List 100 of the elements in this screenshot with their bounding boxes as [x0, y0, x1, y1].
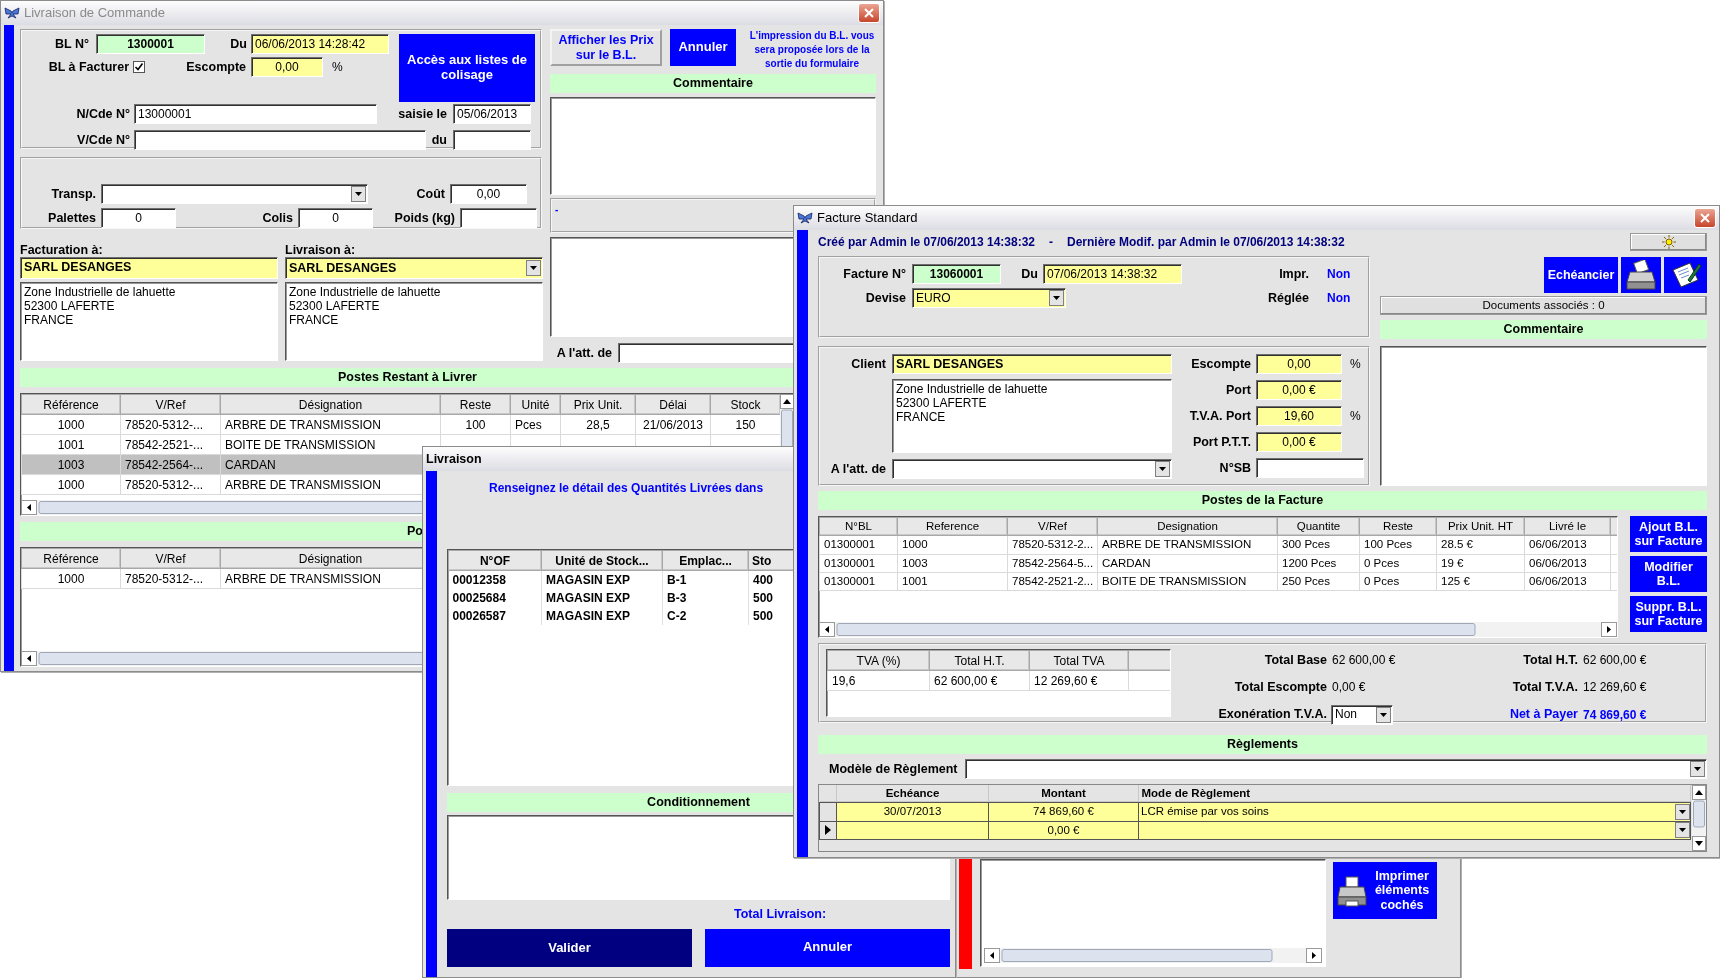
show-prices-button[interactable]: Afficher les Prix sur le B.L. [550, 29, 662, 66]
text-field[interactable]: 13000001 [134, 104, 377, 124]
comment-box[interactable] [550, 97, 876, 195]
column-header: Unité de Stock... [541, 550, 663, 571]
vertical-scrollbar[interactable] [1692, 785, 1706, 851]
dropdown-cell[interactable]: LCR émise par vos soins [1138, 802, 1691, 821]
total-value: 0,00 € [1332, 679, 1367, 697]
close-button[interactable] [1694, 208, 1716, 228]
column-header: Livré le [1524, 517, 1611, 536]
text-field[interactable] [134, 130, 426, 150]
address-line: FRANCE [896, 410, 947, 424]
field-label: Poids (kg) [393, 209, 455, 227]
horizontal-scrollbar[interactable] [819, 622, 1617, 637]
status-value: Non [1327, 290, 1351, 307]
text-field[interactable]: 0,00 [1256, 354, 1342, 374]
field-label: Port P.T.T. [1191, 433, 1251, 451]
info-text: L'impression du B.L. vous sera proposée lors de la sortie du formulaire [748, 29, 876, 71]
dropdown-field[interactable] [101, 184, 368, 204]
text-field[interactable]: 0 [298, 208, 373, 228]
window-title: Facture Standard [817, 209, 918, 228]
schedule-button[interactable]: Echéancier [1544, 257, 1618, 293]
text-field[interactable]: 0,00 € [1256, 380, 1342, 400]
sun-icon [1661, 235, 1676, 249]
text-field[interactable]: 0,00 [251, 57, 323, 77]
text-field[interactable]: 13060001 [912, 264, 1001, 284]
text-field[interactable]: 0,00 € [1256, 432, 1342, 452]
text-field[interactable]: 06/06/2013 14:28:42 [251, 34, 389, 54]
section-header: Postes Restant à Livrer [20, 368, 795, 387]
separator-text: - [1049, 234, 1053, 251]
column-header: Montant [988, 785, 1139, 803]
line-action-button[interactable]: Suppr. B.L. sur Facture [1630, 596, 1707, 632]
field-label: du [430, 131, 447, 149]
packing-lists-button[interactable]: Accès aux listes de colisage [399, 34, 535, 102]
address-field[interactable]: Zone Industrielle de lahuette 52300 LAFERTE FRANCE [285, 282, 543, 361]
app-icon [4, 6, 20, 20]
validate-button[interactable]: Valider [447, 928, 692, 967]
row-header-cell[interactable] [819, 802, 837, 821]
total-value: 74 869,60 € [1583, 706, 1647, 724]
close-icon[interactable] [863, 7, 875, 19]
text-field[interactable] [453, 130, 531, 150]
column-header: Reste [1359, 517, 1437, 536]
column-header: Total TVA [1029, 650, 1129, 671]
sun-button[interactable] [1630, 233, 1707, 251]
column-header: V/Ref [120, 548, 221, 569]
line-action-button[interactable]: Modifier B.L. [1630, 556, 1707, 592]
close-icon[interactable] [1699, 212, 1711, 224]
address-field[interactable]: Zone Industrielle de lahuette 52300 LAFERTE FRANCE [20, 282, 278, 361]
address-line: 52300 LAFERTE [896, 396, 988, 410]
dropdown-field[interactable] [892, 459, 1172, 479]
dropdown-field[interactable]: Non [1331, 704, 1393, 725]
text-field[interactable]: 0 [101, 208, 176, 228]
section-header: Règlements [818, 735, 1707, 754]
print-checked-button[interactable]: Imprimer éléments cochés [1333, 862, 1437, 919]
text-field[interactable]: 19,60 [1256, 406, 1342, 426]
address-field[interactable]: Zone Industrielle de lahuette 52300 LAFERTE FRANCE [892, 379, 1172, 453]
column-header: Quantite [1277, 517, 1360, 536]
column-header: Mode de Règlement [1138, 785, 1691, 803]
instruction-text: Renseignez le détail des Quantités Livrées dans [488, 480, 764, 497]
field-label: V/Cde N° [76, 131, 130, 149]
text-field[interactable]: SARL DESANGES [20, 257, 278, 279]
text-field[interactable]: 1300001 [96, 34, 205, 54]
dropdown-field[interactable] [965, 759, 1707, 779]
address-line: Zone Industrielle de lahuette [289, 285, 442, 299]
total-label: Total Escompte [1233, 678, 1327, 696]
document-button[interactable] [1664, 257, 1707, 293]
unit-label: % [1350, 356, 1361, 373]
total-label: Total Livraison: [733, 906, 827, 923]
column-header: Unité [510, 394, 561, 415]
section-header: Postes de la Facture [818, 491, 1707, 510]
field-label: BL à Facturer [47, 58, 129, 76]
text-field[interactable] [1256, 458, 1364, 478]
column-header: Délai [635, 394, 711, 415]
address-line: FRANCE [289, 313, 340, 327]
text-field[interactable]: 0,00 [450, 184, 527, 204]
line-action-button[interactable]: Ajout B.L. sur Facture [1630, 516, 1707, 552]
document-pen-icon [1669, 260, 1702, 290]
checkbox[interactable] [133, 61, 145, 73]
horizontal-scrollbar[interactable] [984, 948, 1322, 963]
field-label: Facture N° [842, 265, 906, 283]
dropdown-field[interactable]: EURO [912, 288, 1066, 308]
documents-button[interactable]: Documents associés : 0 [1380, 296, 1707, 315]
table-cell: 1001 [21, 434, 121, 455]
text-field[interactable]: SARL DESANGES [892, 354, 1172, 374]
text-field[interactable]: 07/06/2013 14:38:32 [1043, 264, 1182, 284]
text-field[interactable]: 05/06/2013 [453, 104, 531, 124]
total-label: Total H.T. [1522, 652, 1578, 669]
print-button[interactable] [1621, 257, 1661, 293]
unit-label: % [332, 59, 343, 76]
table-cell: 1000 [21, 474, 121, 495]
close-button[interactable] [858, 3, 880, 23]
unit-label: % [1350, 408, 1361, 425]
column-header: Reste [440, 394, 511, 415]
text-field[interactable] [460, 208, 537, 228]
cancel-button[interactable]: Annuler [670, 29, 736, 66]
address-line: Zone Industrielle de lahuette [24, 285, 177, 299]
field-label: Client [850, 355, 886, 373]
dropdown-field[interactable]: SARL DESANGES [285, 257, 543, 279]
cancel-button[interactable]: Annuler [705, 928, 950, 967]
column-header: Prix Unit. HT [1436, 517, 1525, 536]
comment-box[interactable] [1380, 346, 1707, 486]
